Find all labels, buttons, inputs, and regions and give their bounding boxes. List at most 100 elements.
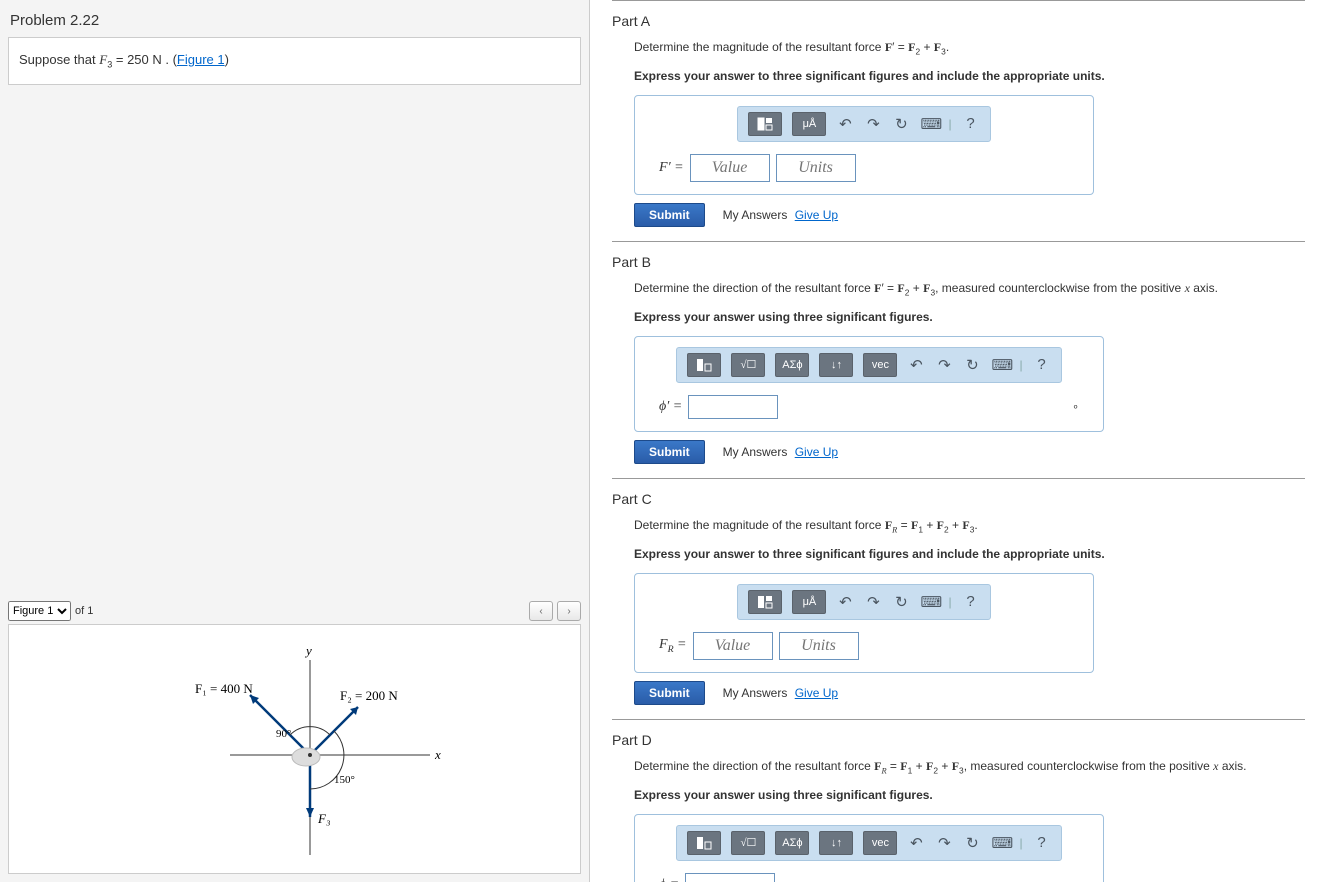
part-b-input-row: ϕ′ = ∘: [649, 395, 1089, 419]
units-button[interactable]: μÅ: [792, 590, 826, 614]
figure-select[interactable]: Figure 1: [8, 601, 71, 621]
keyboard-icon[interactable]: ⌨: [991, 834, 1009, 852]
reset-icon[interactable]: ↻: [892, 115, 910, 133]
part-b-var: ϕ′ =: [659, 399, 682, 415]
template-icon[interactable]: [748, 590, 782, 614]
part-a-input-row: F′ =: [649, 154, 1079, 182]
part-b-unit: ∘: [1072, 400, 1089, 413]
svg-text:F₃: F₃: [317, 811, 330, 826]
part-a-desc: Determine the magnitude of the resultant…: [634, 39, 1305, 58]
part-a-giveup-link[interactable]: Give Up: [795, 208, 838, 222]
reset-icon[interactable]: ↻: [963, 356, 981, 374]
part-d-toolbar: √☐ ΑΣϕ ↓↑ vec ↶ ↷ ↻ ⌨ | ?: [676, 825, 1061, 861]
keyboard-icon[interactable]: ⌨: [991, 356, 1009, 374]
sqrt-icon[interactable]: √☐: [731, 831, 765, 855]
svg-text:x: x: [434, 747, 441, 762]
part-a-submit-row: Submit My Answers Give Up: [634, 203, 1305, 227]
updown-icon[interactable]: ↓↑: [819, 831, 853, 855]
part-c-giveup-link[interactable]: Give Up: [795, 686, 838, 700]
part-b-toolbar: √☐ ΑΣϕ ↓↑ vec ↶ ↷ ↻ ⌨ | ?: [676, 347, 1061, 383]
part-b-submit-row: Submit My Answers Give Up: [634, 440, 1305, 464]
part-c-answer-box: μÅ ↶ ↷ ↻ ⌨ | ? FR =: [634, 573, 1094, 673]
toolbar-sep: |: [1019, 836, 1022, 850]
template-icon[interactable]: [748, 112, 782, 136]
part-d-input-row: ϕ = ∘: [649, 873, 1089, 882]
figure-svg: x y F₂ = 200 N F₁ = 400 N F₃ 90° 150°: [85, 635, 505, 860]
template-icon[interactable]: [687, 353, 721, 377]
figure-next-button[interactable]: ›: [557, 601, 581, 621]
greek-button[interactable]: ΑΣϕ: [775, 353, 809, 377]
vec-button[interactable]: vec: [863, 353, 897, 377]
redo-icon[interactable]: ↷: [864, 115, 882, 133]
undo-icon[interactable]: ↶: [836, 115, 854, 133]
units-button[interactable]: μÅ: [792, 112, 826, 136]
part-d-answer-box: √☐ ΑΣϕ ↓↑ vec ↶ ↷ ↻ ⌨ | ? ϕ = ∘: [634, 814, 1104, 882]
reset-icon[interactable]: ↻: [892, 593, 910, 611]
keyboard-icon[interactable]: ⌨: [920, 115, 938, 133]
part-a-answer-box: μÅ ↶ ↷ ↻ ⌨ | ? F′ =: [634, 95, 1094, 195]
part-d-instr: Express your answer using three signific…: [634, 787, 1305, 804]
undo-icon[interactable]: ↶: [907, 356, 925, 374]
part-c-toolbar: μÅ ↶ ↷ ↻ ⌨ | ?: [737, 584, 990, 620]
part-c-units-input[interactable]: [779, 632, 859, 660]
help-icon[interactable]: ?: [962, 593, 980, 610]
sqrt-icon[interactable]: √☐: [731, 353, 765, 377]
updown-icon[interactable]: ↓↑: [819, 353, 853, 377]
part-a-toolbar: μÅ ↶ ↷ ↻ ⌨ | ?: [737, 106, 990, 142]
part-d-unit: ∘: [1072, 878, 1089, 882]
figure-link[interactable]: Figure 1: [177, 52, 225, 67]
part-a-units-input[interactable]: [776, 154, 856, 182]
stmt-suffix: ): [225, 52, 229, 67]
greek-button[interactable]: ΑΣϕ: [775, 831, 809, 855]
part-c-input-row: FR =: [649, 632, 1079, 660]
figure-prev-button[interactable]: ‹: [529, 601, 553, 621]
part-b-answer-box: √☐ ΑΣϕ ↓↑ vec ↶ ↷ ↻ ⌨ | ? ϕ′ = ∘: [634, 336, 1104, 432]
figure-display: x y F₂ = 200 N F₁ = 400 N F₃ 90° 150°: [8, 624, 581, 874]
part-d-value-input[interactable]: [685, 873, 775, 882]
undo-icon[interactable]: ↶: [836, 593, 854, 611]
part-c-title: Part C: [612, 491, 1305, 507]
part-a-var: F′ =: [659, 160, 684, 176]
vec-button[interactable]: vec: [863, 831, 897, 855]
part-b-giveup-link[interactable]: Give Up: [795, 445, 838, 459]
right-pane: Part A Determine the magnitude of the re…: [590, 0, 1319, 882]
part-c-submit-button[interactable]: Submit: [634, 681, 705, 705]
stmt-fvar: F: [99, 52, 107, 67]
svg-text:90°: 90°: [276, 728, 291, 740]
redo-icon[interactable]: ↷: [935, 834, 953, 852]
part-c-submit-row: Submit My Answers Give Up: [634, 681, 1305, 705]
part-a-submit-button[interactable]: Submit: [634, 203, 705, 227]
part-a-title: Part A: [612, 13, 1305, 29]
reset-icon[interactable]: ↻: [963, 834, 981, 852]
part-b-submit-button[interactable]: Submit: [634, 440, 705, 464]
undo-icon[interactable]: ↶: [907, 834, 925, 852]
part-c-var: FR =: [659, 637, 687, 655]
left-pane: Problem 2.22 Suppose that F3 = 250 N . (…: [0, 0, 590, 882]
svg-text:150°: 150°: [334, 774, 355, 786]
template-icon[interactable]: [687, 831, 721, 855]
svg-text:F₁ = 400 N: F₁ = 400 N: [195, 681, 253, 696]
svg-text:y: y: [304, 643, 312, 658]
stmt-prefix: Suppose that: [19, 52, 99, 67]
part-d-title: Part D: [612, 732, 1305, 748]
part-d: Part D Determine the direction of the re…: [612, 719, 1305, 882]
part-c-desc: Determine the magnitude of the resultant…: [634, 517, 1305, 536]
help-icon[interactable]: ?: [962, 115, 980, 132]
keyboard-icon[interactable]: ⌨: [920, 593, 938, 611]
redo-icon[interactable]: ↷: [864, 593, 882, 611]
help-icon[interactable]: ?: [1033, 356, 1051, 373]
part-b-value-input[interactable]: [688, 395, 778, 419]
part-c-value-input[interactable]: [693, 632, 773, 660]
part-a-value-input[interactable]: [690, 154, 770, 182]
part-a-instr: Express your answer to three significant…: [634, 68, 1305, 85]
my-answers-label: My Answers: [723, 686, 788, 700]
redo-icon[interactable]: ↷: [935, 356, 953, 374]
problem-title: Problem 2.22: [2, 2, 587, 37]
part-c-instr: Express your answer to three significant…: [634, 546, 1305, 563]
my-answers-label: My Answers: [723, 208, 788, 222]
svg-text:F₂ = 200 N: F₂ = 200 N: [340, 688, 398, 703]
part-b-instr: Express your answer using three signific…: [634, 309, 1305, 326]
part-a: Part A Determine the magnitude of the re…: [612, 0, 1305, 241]
my-answers-label: My Answers: [723, 445, 788, 459]
help-icon[interactable]: ?: [1033, 834, 1051, 851]
